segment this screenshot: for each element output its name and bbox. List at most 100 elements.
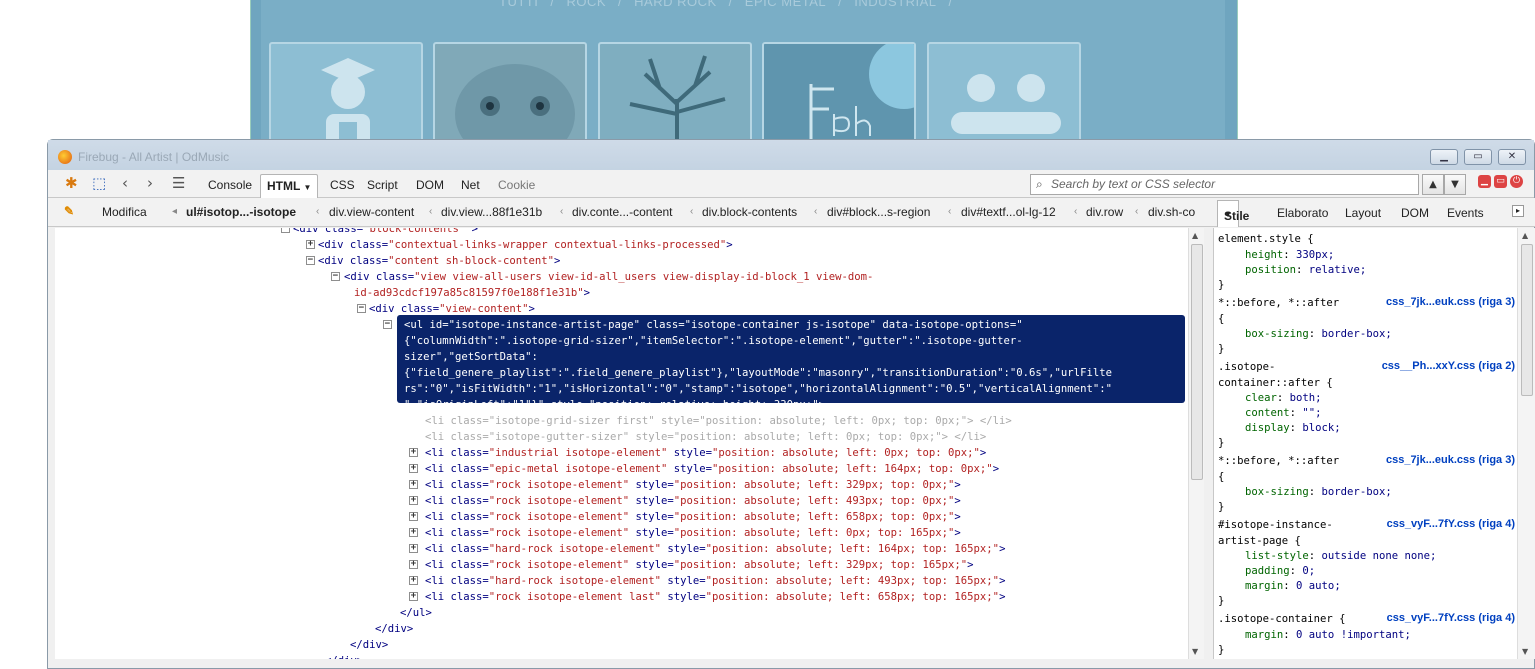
css-property[interactable]: list-style: outside none none; [1245, 549, 1436, 564]
css-rule-end[interactable]: } [1218, 278, 1224, 293]
css-property[interactable]: content: ""; [1245, 406, 1322, 421]
scrollbar-thumb[interactable] [1521, 244, 1533, 396]
panel-list-icon[interactable]: ☰ [172, 175, 185, 191]
tree-line[interactable]: </div> [325, 653, 363, 659]
css-rule-end[interactable]: } [1218, 500, 1224, 515]
window-titlebar[interactable]: Firebug - All Artist | OdMusic ▁ ▭ ✕ [48, 140, 1534, 170]
expand-toggle-icon[interactable]: + [409, 512, 418, 521]
selected-tree-line[interactable]: sizer","getSortData": [404, 349, 538, 365]
css-selector[interactable]: element.style { [1218, 232, 1314, 247]
collapse-toggle-icon[interactable]: − [306, 256, 315, 265]
search-input[interactable]: ⌕ Search by text or CSS selector [1030, 174, 1419, 195]
css-property[interactable]: display: block; [1245, 421, 1341, 436]
close-button[interactable]: ✕ [1498, 149, 1526, 165]
tree-line[interactable]: <li class="rock isotope-element" style="… [425, 525, 961, 541]
minimize-button[interactable]: ▁ [1430, 149, 1458, 165]
firebug-minimize-icon[interactable]: ▁ [1478, 175, 1491, 188]
breadcrumb-item-row[interactable]: div.row [1086, 205, 1123, 219]
css-rule-end[interactable]: } [1218, 643, 1224, 658]
collapse-toggle-icon[interactable]: − [281, 228, 290, 233]
expand-toggle-icon[interactable]: + [409, 544, 418, 553]
expand-toggle-icon[interactable]: + [409, 480, 418, 489]
css-selector-cont[interactable]: container::after { [1218, 376, 1333, 391]
tab-html[interactable]: HTML ▼ [260, 174, 319, 198]
css-source-link[interactable]: css_7jk...euk.css (riga 3) [1386, 454, 1515, 466]
css-selector[interactable]: .isotope- [1218, 360, 1275, 375]
breadcrumb-item-block-contents[interactable]: div.block-contents [702, 205, 797, 219]
collapse-toggle-icon[interactable]: − [383, 320, 392, 329]
tree-line[interactable]: </div> [375, 621, 413, 637]
firebug-bug-icon[interactable]: ✱ [65, 175, 78, 191]
css-selector-cont[interactable]: { [1218, 470, 1224, 485]
maximize-button[interactable]: ▭ [1464, 149, 1492, 165]
tab-console[interactable]: Console [202, 174, 258, 198]
forward-arrow-icon[interactable]: › [147, 175, 153, 191]
css-rule-end[interactable]: } [1218, 342, 1224, 357]
breadcrumb-item-ul-isotope[interactable]: ul#isotop...-isotope [186, 205, 296, 219]
expand-toggle-icon[interactable]: + [409, 560, 418, 569]
expand-toggle-icon[interactable]: + [409, 592, 418, 601]
tree-line[interactable]: <li class="hard-rock isotope-element" st… [425, 573, 1005, 589]
selected-tree-line[interactable]: ","isOriginLeft":"1"}" style="position: … [404, 397, 825, 413]
tab-css[interactable]: CSS [324, 174, 361, 198]
tree-line[interactable]: <li class="rock isotope-element" style="… [425, 509, 961, 525]
collapse-toggle-icon[interactable]: − [331, 272, 340, 281]
tree-line[interactable]: <li class="rock isotope-element last" st… [425, 589, 1005, 605]
selected-tree-line[interactable]: {"field_genere_playlist":".field_genere_… [404, 365, 1112, 381]
expand-toggle-icon[interactable]: + [409, 576, 418, 585]
expand-toggle-icon[interactable]: + [306, 240, 315, 249]
tree-line[interactable]: id-ad93cdcf197a85c81597f0e188f1e31b"> [354, 285, 590, 301]
tree-line[interactable]: <div class="block-contents "> [293, 228, 478, 237]
tree-line[interactable]: <div class="view view-all-users view-id-… [344, 269, 873, 285]
css-selector[interactable]: *::before, *::after [1218, 454, 1339, 469]
selected-tree-line[interactable]: {"columnWidth":".isotope-grid-sizer","it… [404, 333, 1023, 349]
css-source-link[interactable]: css_vyF...7fY.css (riga 4) [1387, 518, 1515, 530]
css-property[interactable]: height: 330px; [1245, 248, 1334, 263]
back-arrow-icon[interactable]: ‹ [122, 175, 128, 191]
tab-layout[interactable]: Layout [1345, 206, 1381, 220]
html-tree-panel[interactable]: <ul id="isotope-instance-artist-page" cl… [55, 228, 1188, 659]
tree-line[interactable]: <div class="view-content"> [369, 301, 535, 317]
breadcrumb-item-content[interactable]: div.conte...-content [572, 205, 673, 219]
artist-tile-cat[interactable] [433, 42, 587, 142]
css-rule-end[interactable]: } [1218, 436, 1224, 451]
tab-net[interactable]: Net [455, 174, 486, 198]
tree-line[interactable]: <div class="contextual-links-wrapper con… [318, 237, 733, 253]
edit-pencil-icon[interactable]: ✎ [64, 204, 74, 218]
more-tabs-arrow-icon[interactable]: ▸ [1512, 205, 1524, 217]
genre-filter-link[interactable]: TUTTI [499, 0, 538, 9]
tree-line[interactable]: <li class="rock isotope-element" style="… [425, 557, 974, 573]
breadcrumb-item-textfield-col[interactable]: div#textf...ol-lg-12 [961, 205, 1056, 219]
expand-toggle-icon[interactable]: + [409, 448, 418, 457]
css-property[interactable]: clear: both; [1245, 391, 1322, 406]
genre-filter-link[interactable]: ROCK [566, 0, 606, 9]
css-selector[interactable]: *::before, *::after [1218, 296, 1339, 311]
style-panel-scrollbar[interactable]: ▲ ▼ [1517, 228, 1535, 659]
tree-line[interactable]: <li class="rock isotope-element" style="… [425, 493, 961, 509]
scroll-up-arrow-icon[interactable]: ▲ [1522, 231, 1528, 240]
scrollbar-thumb[interactable] [1191, 244, 1203, 480]
breadcrumb-item-sh-content[interactable]: div.sh-co [1148, 205, 1195, 219]
css-selector-cont[interactable]: { [1218, 312, 1224, 327]
expand-toggle-icon[interactable]: + [409, 528, 418, 537]
genre-filter-link[interactable]: HARD ROCK [634, 0, 717, 9]
tree-line[interactable]: <li class="industrial isotope-element" s… [425, 445, 986, 461]
inspect-element-icon[interactable]: ⬚ [92, 175, 106, 191]
css-source-link[interactable]: css_7jk...euk.css (riga 3) [1386, 296, 1515, 308]
css-source-link[interactable]: css_vyF...7fY.css (riga 4) [1387, 612, 1515, 624]
css-selector[interactable]: .isotope-container { [1218, 612, 1346, 627]
scroll-down-arrow-icon[interactable]: ▼ [1192, 647, 1198, 656]
css-source-link[interactable]: css__Ph...xxY.css (riga 2) [1382, 360, 1515, 372]
tree-line[interactable]: <div class="content sh-block-content"> [318, 253, 560, 269]
artist-tile-logo[interactable] [762, 42, 916, 142]
collapse-toggle-icon[interactable]: − [357, 304, 366, 313]
search-previous-button[interactable]: ▲ [1422, 174, 1444, 195]
css-property[interactable]: box-sizing: border-box; [1245, 485, 1392, 500]
edit-button[interactable]: Modifica [102, 205, 147, 219]
html-panel-scrollbar[interactable]: ▲ ▼ [1188, 228, 1204, 659]
tab-cookie[interactable]: Cookie [492, 174, 541, 198]
css-selector-cont[interactable]: artist-page { [1218, 534, 1301, 549]
tree-line[interactable]: <li class="hard-rock isotope-element" st… [425, 541, 1005, 557]
artist-tile-tree[interactable] [598, 42, 752, 142]
breadcrumb-item-block-region[interactable]: div#block...s-region [827, 205, 930, 219]
